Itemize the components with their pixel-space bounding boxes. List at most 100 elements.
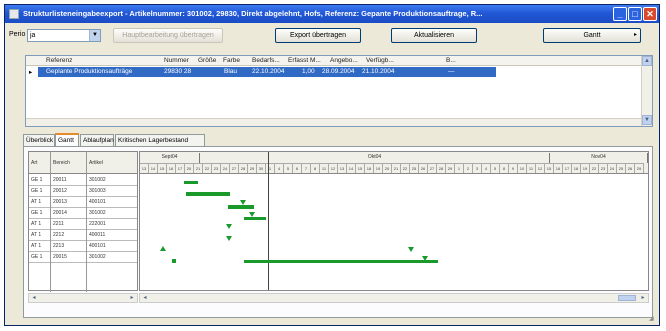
cell-bedarf: 22.10.2004	[252, 68, 285, 75]
gantt-list-row[interactable]: AT 1 2213 400101	[29, 241, 137, 252]
day-label: 20	[383, 163, 392, 173]
chevron-down-icon[interactable]: ▼	[89, 30, 100, 41]
day-label: 25	[617, 163, 626, 173]
scroll-left-icon[interactable]: ◂	[140, 294, 150, 302]
table-row[interactable]: Geplante Produktionsaufträge 29830 28 Bl…	[38, 67, 496, 77]
col-header-bedarf[interactable]: Bedarfs...	[252, 57, 280, 64]
col-header-farbe[interactable]: Farbe	[223, 57, 240, 64]
maximize-button[interactable]: □	[628, 7, 642, 21]
gantt-cell: GE 1	[31, 254, 43, 260]
gantt-cell: AT 1	[31, 221, 42, 227]
gantt-cell: 2211	[53, 221, 64, 227]
scroll-right-icon[interactable]: ▸	[127, 294, 137, 302]
col-header-erfasst[interactable]: Erfasst M...	[288, 57, 321, 64]
col-header-nummer[interactable]: Nummer	[164, 57, 189, 64]
scroll-thumb[interactable]	[618, 295, 636, 301]
gantt-menu-button[interactable]: Gantt ▸	[543, 28, 641, 43]
day-label: 4	[482, 163, 491, 173]
gantt-list-row[interactable]: GE 1 20015 301002	[29, 252, 137, 263]
gantt-cell: 2213	[53, 243, 65, 249]
gantt-cell: 20015	[53, 254, 67, 260]
day-label: 28	[437, 163, 446, 173]
tab-critical-stock[interactable]: Kritischen Lagerbestand	[115, 134, 205, 146]
gantt-bar[interactable]	[244, 260, 438, 263]
gantt-cell: 20013	[53, 199, 67, 205]
export-transfer-button[interactable]: Export übertragen	[275, 28, 361, 43]
col-header-angebot[interactable]: Angebo...	[330, 57, 358, 64]
close-window-button[interactable]: ✕	[643, 7, 657, 21]
scroll-right-icon[interactable]: ▸	[638, 294, 648, 302]
gantt-cell: GE 1	[31, 210, 43, 216]
day-label: 29	[248, 163, 257, 173]
day-label: 23	[599, 163, 608, 173]
gantt-list-row[interactable]: AT 1 2212 400011	[29, 230, 137, 241]
day-label: 10	[518, 163, 527, 173]
day-label: 18	[572, 163, 581, 173]
gantt-cell: 20014	[53, 210, 67, 216]
refresh-button[interactable]: Aktualisieren	[391, 28, 477, 43]
col-header-referenz[interactable]: Referenz	[46, 57, 72, 64]
day-label: 9	[509, 163, 518, 173]
day-label: 1	[455, 163, 464, 173]
day-label: 18	[365, 163, 374, 173]
milestone-down-icon[interactable]	[422, 256, 428, 261]
day-label: 14	[149, 163, 158, 173]
milestone-down-icon[interactable]	[226, 236, 232, 241]
day-label: 24	[608, 163, 617, 173]
resize-grip-icon[interactable]: ◢	[649, 315, 657, 323]
period-select-value: ja	[30, 32, 36, 39]
dropdown-arrow-icon: ▸	[633, 32, 637, 38]
scroll-up-icon[interactable]: ▲	[642, 56, 652, 66]
gantt-cell: 2212	[53, 232, 65, 238]
tab-overview[interactable]: Überblick	[23, 134, 55, 146]
milestone-down-icon[interactable]	[226, 224, 232, 229]
gantt-list-row[interactable]: GE 1 20014 301002	[29, 208, 137, 219]
scroll-down-icon[interactable]: ▼	[642, 115, 652, 125]
gantt-cell: 400101	[89, 199, 106, 205]
gantt-list-row[interactable]: AT 1 20013 400101	[29, 197, 137, 208]
grid-horizontal-scrollbar[interactable]	[26, 118, 641, 126]
title-bar[interactable]: Strukturlisteneingabeexport - Artikelnum…	[5, 5, 659, 23]
col-header-verfuegbar[interactable]: Verfügb...	[366, 57, 394, 64]
column-divider	[50, 152, 51, 292]
milestone-up-icon[interactable]	[160, 246, 166, 251]
tab-gantt[interactable]: Gantt	[55, 133, 79, 146]
gantt-menu-label: Gantt	[583, 32, 601, 39]
left-hscroll[interactable]: ◂ ▸	[28, 293, 138, 303]
gantt-bar[interactable]	[184, 181, 198, 184]
tab-schedule[interactable]: Ablaufplan	[80, 134, 114, 146]
day-label: 12	[536, 163, 545, 173]
reference-grid[interactable]: Referenz Nummer Größe Farbe Bedarfs... E…	[25, 55, 653, 127]
gantt-row-list[interactable]: Art Bereich Artikel GE 1 20011 301002 GE 1 2…	[28, 151, 138, 292]
right-hscroll[interactable]: ◂ ▸	[139, 293, 649, 303]
gantt-cell: GE 1	[31, 177, 43, 183]
period-select[interactable]: ja ▼	[27, 29, 101, 42]
col-header-b[interactable]: B...	[446, 57, 456, 64]
day-label: 27	[230, 163, 239, 173]
day-label: 22	[203, 163, 212, 173]
gantt-list-row[interactable]: GE 1 20012 301003	[29, 186, 137, 197]
day-label: 29	[635, 163, 644, 173]
minimize-button[interactable]: _	[613, 7, 627, 21]
toolbar: Perio ja ▼ Hauptbearbeitung übertragen E…	[5, 26, 659, 46]
cell-nummer: 29830 28	[164, 68, 192, 75]
gantt-cell: 301003	[89, 188, 106, 194]
scroll-left-icon[interactable]: ◂	[29, 294, 39, 302]
gantt-chart[interactable]: Sept04 Okt04 Nov04 13 14 15 16 17 20 21 22 23 24 2…	[139, 151, 649, 291]
gantt-list-row[interactable]: GE 1 20011 301002	[29, 175, 137, 186]
marker-icon[interactable]	[172, 259, 176, 263]
day-label: 24	[221, 163, 230, 173]
gantt-list-row[interactable]: AT 1 2211 222001	[29, 219, 137, 230]
gantt-bar[interactable]	[228, 205, 254, 209]
gantt-bar[interactable]	[244, 217, 266, 220]
app-icon	[9, 9, 19, 19]
transfer-main-button[interactable]: Hauptbearbeitung übertragen	[113, 28, 223, 43]
column-divider	[86, 152, 87, 292]
gantt-bar[interactable]	[186, 192, 230, 196]
grid-vertical-scrollbar[interactable]: ▲ ▼	[641, 56, 652, 126]
milestone-down-icon[interactable]	[408, 247, 414, 252]
col-header-groesse[interactable]: Größe	[198, 57, 216, 64]
day-label: 4	[275, 163, 284, 173]
gantt-horizontal-scrollbars: ◂ ▸ ◂ ▸	[28, 293, 649, 303]
day-label: 8	[500, 163, 509, 173]
